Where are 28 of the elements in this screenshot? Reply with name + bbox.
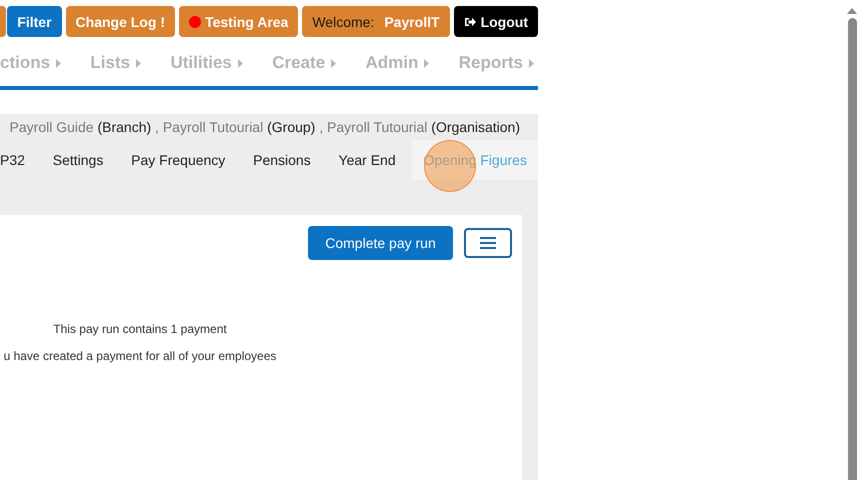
button-edge[interactable] xyxy=(0,6,6,37)
scroll-up-icon[interactable] xyxy=(846,6,858,16)
top-button[interactable]: Change Log ! xyxy=(66,6,176,37)
caret-icon xyxy=(424,58,430,68)
caret-icon xyxy=(136,58,142,68)
status-dot-icon xyxy=(189,16,202,28)
breadcrumb-text: Payroll Guide (Branch) , Payroll Tutourial (Group) , Payroll Tutourial (Organisation) xyxy=(10,119,520,135)
complete-pay-run-button[interactable]: Complete pay run xyxy=(308,226,453,260)
scrollbar-thumb[interactable] xyxy=(848,18,856,480)
caret-icon xyxy=(529,58,534,68)
top-button[interactable]: Testing Area xyxy=(179,6,298,37)
message-text: This pay run contains 1 payment xyxy=(52,322,228,336)
menu-button[interactable] xyxy=(464,228,512,258)
menu-icon xyxy=(479,236,497,250)
click-highlight xyxy=(424,140,476,192)
top-button[interactable]: Logout xyxy=(454,6,538,37)
caret-icon xyxy=(56,58,62,68)
message-text: u have created a payment for all of your employees xyxy=(2,349,278,363)
tab[interactable]: Pensions xyxy=(242,140,322,180)
logout-icon xyxy=(464,16,477,28)
caret-icon xyxy=(331,58,336,68)
tab[interactable]: Pay Frequency xyxy=(120,140,236,180)
top-button[interactable]: Welcome: PayrollT xyxy=(302,6,450,37)
tab[interactable]: P32 xyxy=(0,140,36,180)
caret-icon xyxy=(238,58,243,68)
top-button[interactable]: Filter xyxy=(7,6,62,37)
tab[interactable]: Year End xyxy=(328,140,407,180)
tab[interactable]: Settings xyxy=(42,140,114,180)
